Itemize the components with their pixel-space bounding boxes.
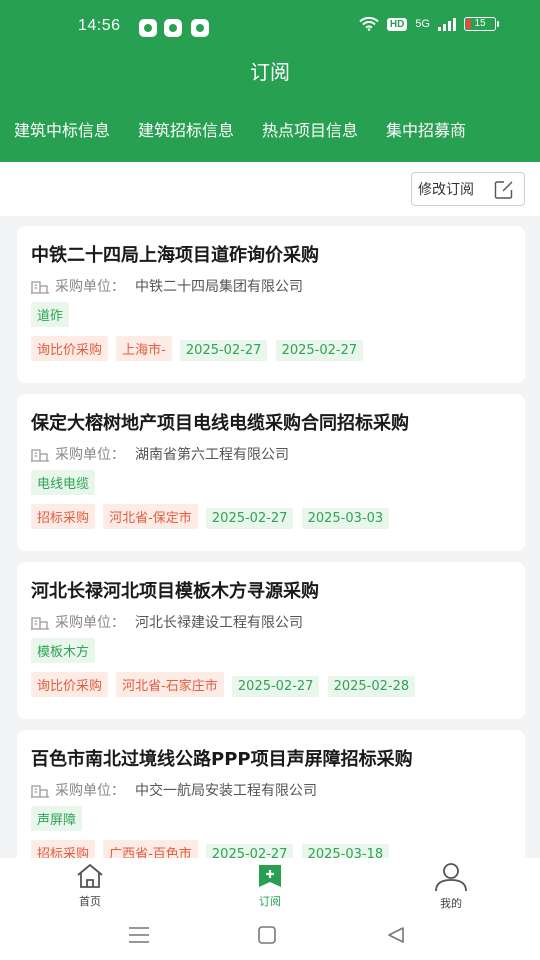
edit-icon xyxy=(494,181,513,199)
procurement-type-tag: 招标采购 xyxy=(31,840,96,858)
tab-winning-bid[interactable]: 建筑中标信息 xyxy=(14,117,110,141)
nav-home-label: 首页 xyxy=(79,895,101,908)
buyer-label: 采购单位： xyxy=(55,279,125,295)
building-icon xyxy=(31,616,49,630)
buyer-name: 中交一航局安装工程有限公司 xyxy=(135,783,317,799)
subscribe-icon xyxy=(259,865,281,887)
item-title: 河北长禄河北项目模板木方寻源采购 xyxy=(31,581,319,602)
buyer-name: 河北长禄建设工程有限公司 xyxy=(135,615,303,631)
region-tag: 广西省-百色市 xyxy=(103,840,198,858)
category-tag: 道砟 xyxy=(31,302,70,327)
edit-subscription-label: 修改订阅 xyxy=(418,182,474,198)
buyer-label: 采购单位： xyxy=(55,615,125,631)
buyer-label: 采购单位： xyxy=(55,447,125,463)
item-title: 保定大榕树地产项目电线电缆采购合同招标采购 xyxy=(31,413,409,434)
app-header: 14:56 HD 5G 15 订阅 建筑中标信息 建筑招标信息 热点项目信息 集… xyxy=(0,0,540,162)
edit-subscription-button[interactable]: 修改订阅 xyxy=(411,172,525,206)
building-icon xyxy=(31,784,49,798)
building-icon xyxy=(31,280,49,294)
wifi-icon xyxy=(359,17,379,31)
deadline-date-tag: 2025-02-28 xyxy=(327,676,416,697)
nav-subscribe[interactable]: 订阅 xyxy=(225,862,315,909)
home-button-icon[interactable] xyxy=(258,926,276,944)
publish-date-tag: 2025-02-27 xyxy=(205,844,294,858)
deadline-date-tag: 2025-02-27 xyxy=(275,340,364,361)
publish-date-tag: 2025-02-27 xyxy=(205,508,294,529)
buyer-row: 采购单位： 河北长禄建设工程有限公司 xyxy=(31,612,511,632)
list-item[interactable]: 保定大榕树地产项目电线电缆采购合同招标采购 采购单位： 湖南省第六工程有限公司 … xyxy=(17,394,525,551)
buyer-name: 中铁二十四局集团有限公司 xyxy=(135,279,303,295)
list-item[interactable]: 百色市南北过境线公路PPP项目声屏障招标采购 采购单位： 中交一航局安装工程有限… xyxy=(17,730,525,858)
list-item[interactable]: 河北长禄河北项目模板木方寻源采购 采购单位： 河北长禄建设工程有限公司 模板木方… xyxy=(17,562,525,719)
back-icon[interactable] xyxy=(386,926,406,944)
procurement-type-tag: 询比价采购 xyxy=(31,336,109,361)
system-navigation-bar xyxy=(0,912,540,960)
category-tag: 模板木方 xyxy=(31,638,96,663)
item-title: 中铁二十四局上海项目道砟询价采购 xyxy=(31,245,319,266)
signal-icon xyxy=(438,17,456,31)
system-icons: HD 5G 15 xyxy=(359,17,499,31)
deadline-date-tag: 2025-03-18 xyxy=(301,844,390,858)
home-icon xyxy=(77,864,103,888)
category-tag: 电线电缆 xyxy=(31,470,96,495)
bottom-navigation: 首页 订阅 我的 xyxy=(0,858,540,912)
battery-level: 15 xyxy=(474,18,486,29)
item-title: 百色市南北过境线公路PPP项目声屏障招标采购 xyxy=(31,749,413,770)
subscription-toolbar: 修改订阅 xyxy=(0,162,540,216)
region-tag: 上海市- xyxy=(116,336,172,361)
nav-me[interactable]: 我的 xyxy=(406,862,496,911)
procurement-type-tag: 询比价采购 xyxy=(31,672,109,697)
building-icon xyxy=(31,448,49,462)
region-tag: 河北省-保定市 xyxy=(103,504,198,529)
publish-date-tag: 2025-02-27 xyxy=(231,676,320,697)
nav-me-label: 我的 xyxy=(440,897,462,910)
page-title: 订阅 xyxy=(250,60,290,84)
procurement-type-tag: 招标采购 xyxy=(31,504,96,529)
deadline-date-tag: 2025-03-03 xyxy=(301,508,390,529)
phone-notification-icon xyxy=(191,19,209,37)
nav-home[interactable]: 首页 xyxy=(45,862,135,909)
list-item[interactable]: 中铁二十四局上海项目道砟询价采购 采购单位： 中铁二十四局集团有限公司 道砟 询… xyxy=(17,226,525,383)
subscription-list: 中铁二十四局上海项目道砟询价采购 采购单位： 中铁二十四局集团有限公司 道砟 询… xyxy=(17,226,525,858)
buyer-row: 采购单位： 中铁二十四局集团有限公司 xyxy=(31,276,511,296)
region-tag: 河北省-石家庄市 xyxy=(116,672,224,697)
tab-recruitment[interactable]: 集中招募商 xyxy=(386,117,466,141)
buyer-row: 采购单位： 中交一航局安装工程有限公司 xyxy=(31,780,511,800)
buyer-name: 湖南省第六工程有限公司 xyxy=(135,447,289,463)
buyer-row: 采购单位： 湖南省第六工程有限公司 xyxy=(31,444,511,464)
status-time: 14:56 xyxy=(78,17,121,34)
status-bar: 14:56 HD 5G 15 xyxy=(0,14,540,42)
publish-date-tag: 2025-02-27 xyxy=(179,340,268,361)
nav-subscribe-label: 订阅 xyxy=(259,895,281,908)
buyer-label: 采购单位： xyxy=(55,783,125,799)
tab-hot-projects[interactable]: 热点项目信息 xyxy=(262,117,358,141)
category-tabs: 建筑中标信息 建筑招标信息 热点项目信息 集中招募商 xyxy=(14,117,466,141)
user-icon xyxy=(435,863,467,892)
battery-icon: 15 xyxy=(464,17,499,31)
menu-icon[interactable] xyxy=(128,926,150,944)
network-type: 5G xyxy=(415,18,430,30)
chat-notification-icon xyxy=(139,19,157,37)
app-notification-icon xyxy=(164,19,182,37)
hd-badge: HD xyxy=(386,17,408,31)
tab-tender[interactable]: 建筑招标信息 xyxy=(138,117,234,141)
category-tag: 声屏障 xyxy=(31,806,83,831)
